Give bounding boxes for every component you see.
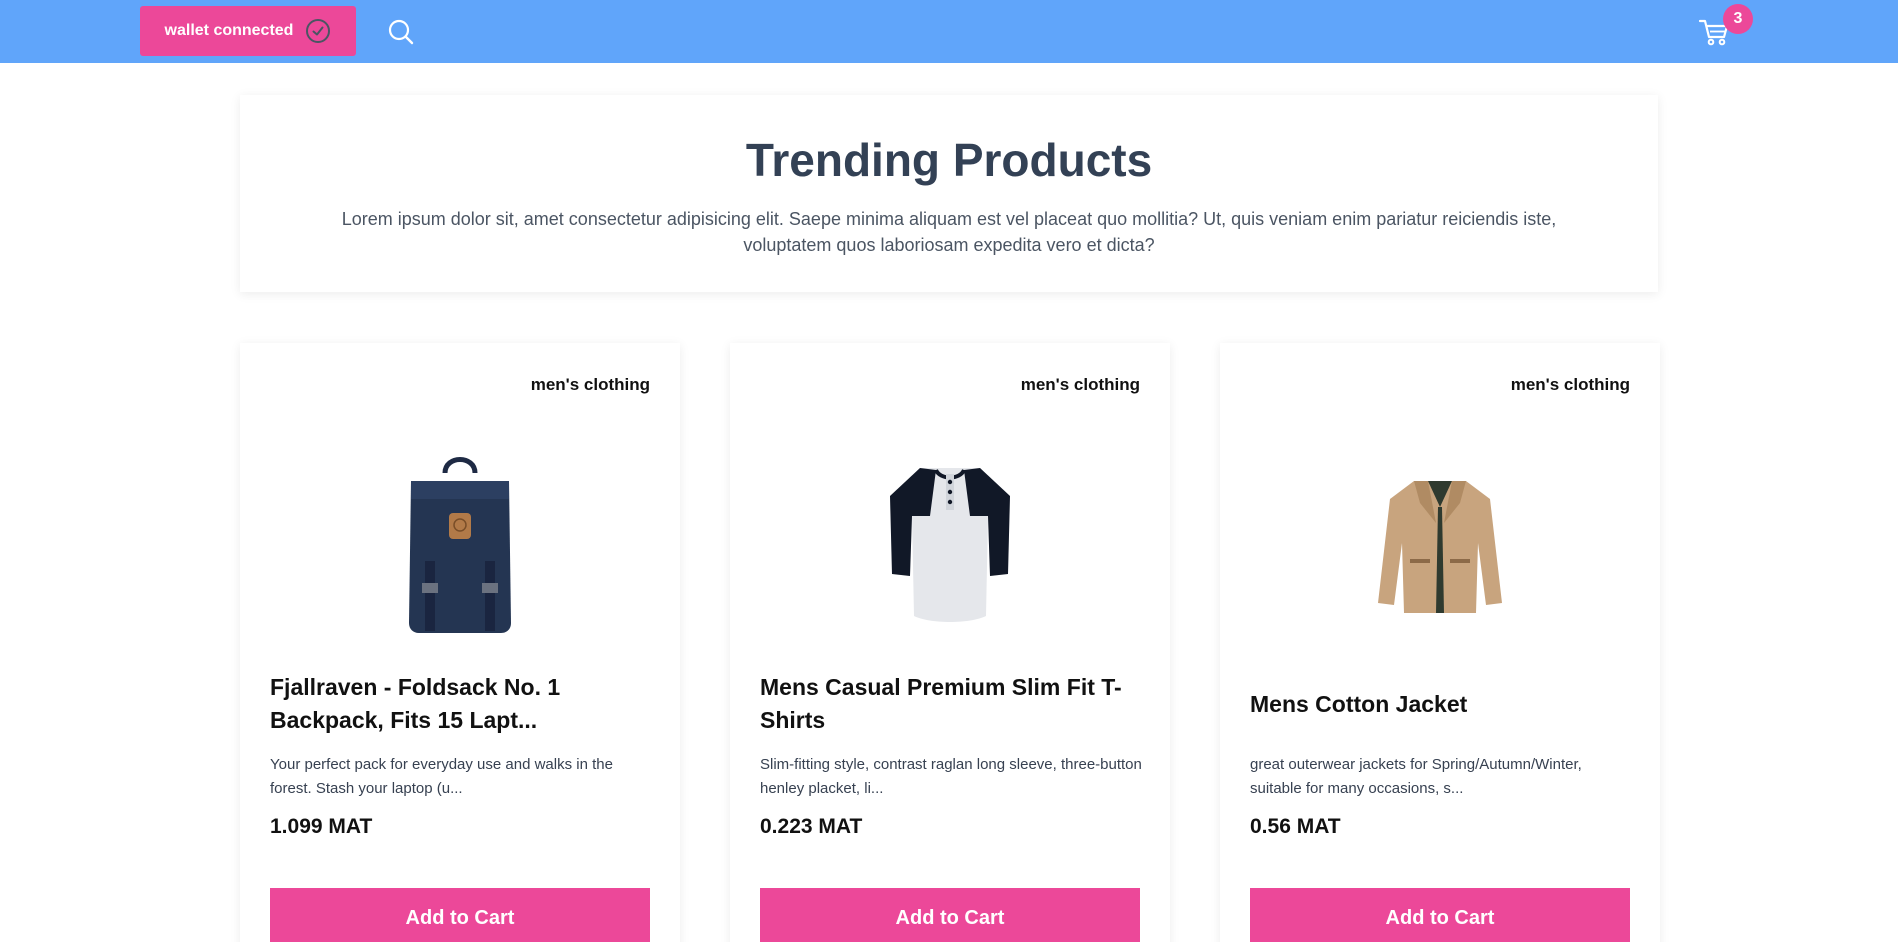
product-title[interactable]: Mens Casual Premium Slim Fit T-Shirts [760,671,1145,737]
top-nav-bar: wallet connected 3 [0,0,1898,63]
product-title-wrap: Fjallraven - Foldsack No. 1 Backpack, Fi… [270,671,655,737]
product-card: men's clothing Mens Cotton Jacket great … [1220,343,1660,942]
product-title-wrap: Mens Casual Premium Slim Fit T-Shirts [760,671,1145,737]
product-description: great outerwear jackets for Spring/Autum… [1250,756,1582,797]
product-card: men's clothing Fjallraven - Foldsack No.… [240,343,680,942]
product-price: 0.223 MAT [760,815,863,838]
tshirt-image[interactable] [875,448,1025,638]
product-category: men's clothing [530,375,650,394]
hero-description: Lorem ipsum dolor sit, amet consectetur … [341,208,1557,255]
jacket-image[interactable] [1365,448,1515,638]
add-to-cart-button[interactable]: Add to Cart [1250,888,1630,942]
product-category: men's clothing [1020,375,1140,394]
hero-section: Trending Products Lorem ipsum dolor sit,… [240,95,1658,292]
product-title[interactable]: Mens Cotton Jacket [1250,688,1467,721]
backpack-image[interactable] [385,448,535,638]
wallet-connected-button[interactable]: wallet connected [140,6,356,56]
cart-count-badge: 3 [1723,4,1753,34]
product-price: 1.099 MAT [270,815,373,838]
product-description: Slim-fitting style, contrast raglan long… [760,756,1142,797]
product-description: Your perfect pack for everyday use and w… [270,756,613,797]
wallet-status-label: wallet connected [164,22,294,39]
add-to-cart-button[interactable]: Add to Cart [270,888,650,942]
product-card: men's clothing Mens Casual Premium Slim … [730,343,1170,942]
product-title[interactable]: Fjallraven - Foldsack No. 1 Backpack, Fi… [270,671,655,737]
add-to-cart-button[interactable]: Add to Cart [760,888,1140,942]
page-title: Trending Products [745,134,1153,186]
product-price: 0.56 MAT [1250,815,1341,838]
check-circle-icon [305,18,331,44]
product-title-wrap: Mens Cotton Jacket [1250,671,1635,737]
search-icon[interactable] [386,17,416,47]
product-category: men's clothing [1510,375,1630,394]
